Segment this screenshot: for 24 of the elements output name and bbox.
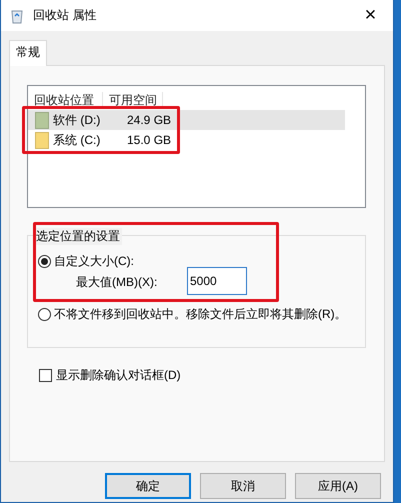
radio-button[interactable] — [38, 255, 51, 268]
tab[interactable]: 常规 — [9, 40, 47, 66]
drive-row[interactable]: 系统 (C:) 15.0 GB — [28, 130, 345, 150]
radio-button[interactable] — [38, 308, 51, 321]
drive-name: 软件 (D:) — [53, 112, 102, 128]
radio-option[interactable]: 不将文件移到回收站中。移除文件后立即将其删除(R)。 — [38, 306, 347, 323]
close-button[interactable]: × — [348, 0, 393, 31]
drive-row[interactable]: 软件 (D:) 24.9 GB — [28, 110, 345, 130]
column-header[interactable]: 可用空间 — [103, 92, 163, 108]
group-title: 选定位置的设置 — [34, 228, 122, 245]
free-space: 15.0 GB — [127, 133, 172, 147]
dialog-button[interactable]: 确定 — [105, 473, 191, 499]
recycle-bin-icon — [9, 8, 25, 24]
max-size-field[interactable]: 5000 — [187, 267, 247, 295]
drive-name: 系统 (C:) — [53, 132, 102, 148]
dialog-button[interactable]: 取消 — [200, 473, 286, 499]
field-label: 最大值(MB)(X): — [76, 274, 158, 291]
checkbox-label[interactable]: 显示删除确认对话框(D) — [56, 367, 181, 384]
radio-option[interactable]: 自定义大小(C): — [38, 253, 134, 270]
dialog-button[interactable]: 应用(A) — [295, 473, 381, 499]
free-space: 24.9 GB — [127, 113, 172, 127]
window-title: 回收站 属性 — [33, 7, 98, 24]
checkbox[interactable] — [39, 369, 52, 382]
column-header[interactable]: 回收站位置 — [28, 92, 103, 108]
